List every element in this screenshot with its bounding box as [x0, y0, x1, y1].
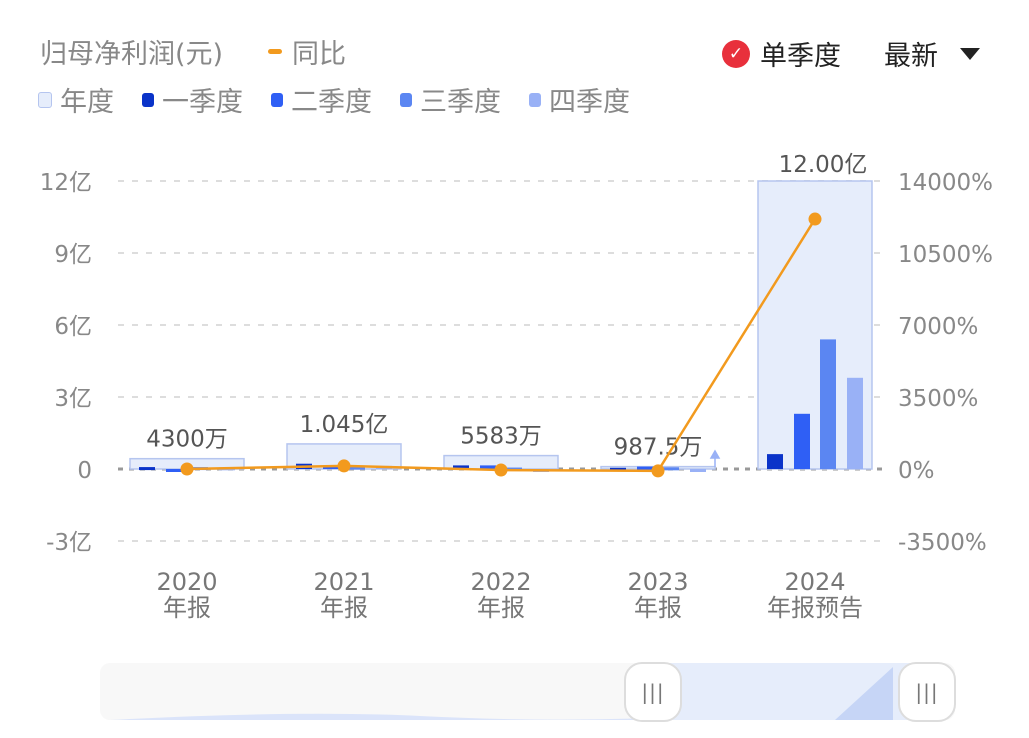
annual-value-label: 12.00亿: [779, 152, 868, 178]
grip-icon: |||: [641, 680, 665, 704]
y2-tick-label: 14000%: [898, 170, 993, 196]
y-tick-label: -3亿: [46, 530, 92, 556]
y-tick-label: 6亿: [54, 314, 92, 340]
quarter-bar: [847, 377, 863, 469]
x-tick-type: 年报: [320, 594, 368, 622]
annual-value-label: 5583万: [460, 424, 542, 450]
yoy-point: [494, 463, 508, 477]
x-tick-year: 2020: [156, 568, 217, 596]
grip-icon: |||: [915, 680, 939, 704]
annual-value-label: 1.045亿: [300, 412, 389, 438]
y2-tick-label: 10500%: [898, 242, 993, 268]
quarter-bar: [820, 339, 836, 469]
y-tick-label: 0: [77, 458, 92, 484]
yoy-point: [180, 462, 194, 476]
y2-tick-label: 0%: [898, 458, 935, 484]
y-tick-label: 3亿: [54, 386, 92, 412]
yoy-point: [808, 212, 822, 226]
x-tick-year: 2024: [784, 568, 845, 596]
x-tick-type: 年报: [477, 594, 525, 622]
yoy-point: [651, 464, 665, 478]
quarter-bar: [767, 454, 783, 469]
y2-tick-label: 7000%: [898, 314, 978, 340]
chart-plot: -3亿 -3500% 0 0% 3亿 3500% 6亿 7000% 9亿 10500% 12亿 140…: [40, 152, 993, 622]
y2-tick-label: 3500%: [898, 386, 978, 412]
y-tick-label: 12亿: [40, 170, 92, 196]
x-tick-type: 年报预告: [767, 594, 863, 622]
quarter-bar: [139, 467, 155, 471]
quarter-bar: [166, 469, 182, 472]
x-tick-type: 年报: [634, 594, 682, 622]
y-tick-label: 9亿: [54, 242, 92, 268]
quarter-bar: [637, 466, 653, 470]
quarter-bar: [690, 469, 706, 472]
yoy-point: [337, 459, 351, 473]
zoom-slider-selection[interactable]: [652, 663, 927, 720]
quarter-bar: [794, 413, 810, 469]
x-tick-year: 2022: [470, 568, 531, 596]
quarter-bar: [663, 467, 679, 471]
slider-start-handle[interactable]: |||: [624, 662, 682, 722]
x-tick-year: 2023: [627, 568, 688, 596]
y2-tick-label: -3500%: [898, 530, 987, 556]
annual-value-label: 4300万: [146, 427, 228, 453]
small-arrow-icon: [709, 449, 721, 467]
annual-value-label: 987.5万: [614, 435, 703, 461]
x-tick-type: 年报: [163, 594, 211, 622]
x-tick-year: 2021: [313, 568, 374, 596]
slider-end-handle[interactable]: |||: [898, 662, 956, 722]
